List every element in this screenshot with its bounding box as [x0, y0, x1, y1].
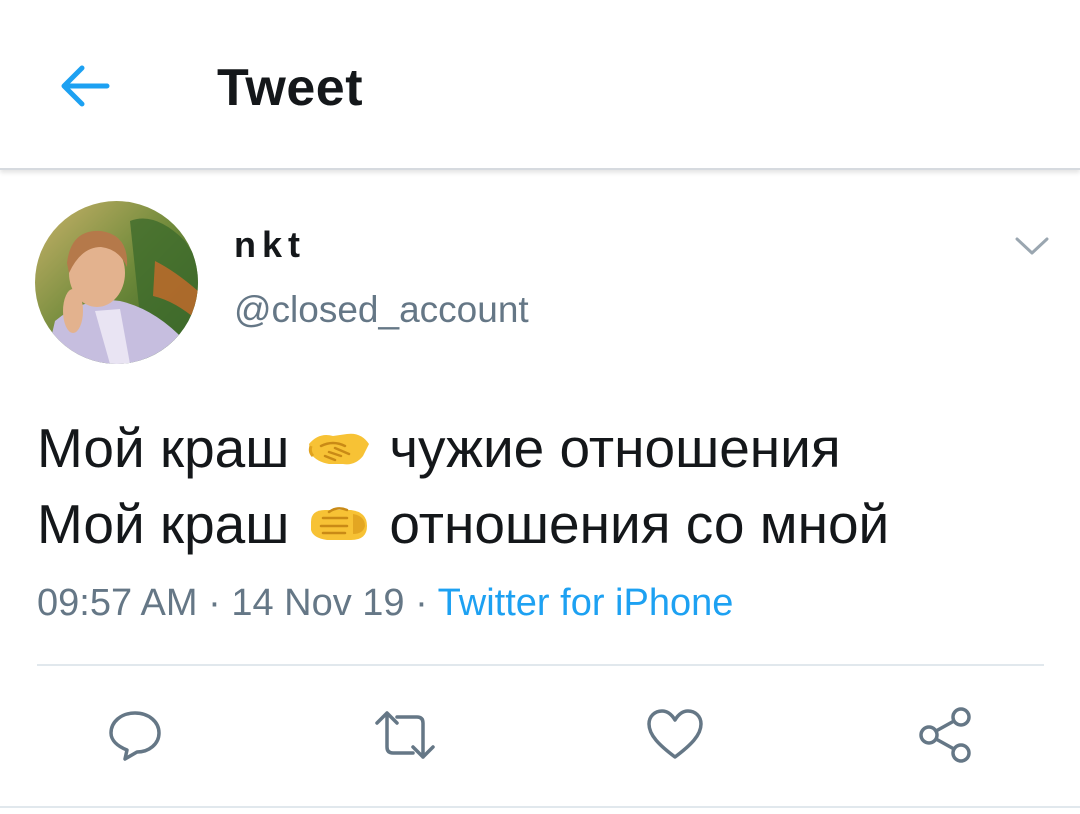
app-header: Tweet	[0, 0, 1080, 170]
tweet-meta: 09:57 AM · 14 Nov 19 · Twitter for iPhon…	[37, 580, 733, 626]
tweet-line-end: чужие отношения	[389, 417, 841, 479]
tweet-text: Мой краш чужие отношения Мой краш отноше…	[37, 410, 1047, 562]
reply-button[interactable]	[100, 700, 170, 770]
tweet-line: Мой краш чужие отношения	[37, 410, 1047, 486]
page-title: Tweet	[217, 59, 364, 117]
retweet-icon	[375, 711, 435, 759]
retweet-button[interactable]	[370, 700, 440, 770]
chevron-down-icon	[1015, 237, 1049, 255]
share-button[interactable]	[910, 700, 980, 770]
heart-icon	[647, 709, 703, 759]
tweet-line-start: Мой краш	[37, 493, 290, 555]
tweet-line-end: отношения со мной	[389, 493, 890, 555]
tweet-date: 14 Nov 19	[231, 582, 405, 624]
meta-separator: ·	[208, 582, 221, 624]
arrow-left-icon	[61, 65, 110, 107]
author-display-name[interactable]: nkt	[234, 224, 306, 266]
left-facing-fist-emoji	[311, 507, 368, 540]
author-handle[interactable]: @closed_account	[234, 288, 529, 332]
tweet-line-start: Мой краш	[37, 417, 290, 479]
share-icon	[919, 707, 971, 763]
avatar[interactable]	[35, 201, 198, 364]
like-button[interactable]	[640, 700, 710, 770]
tweet-source-link[interactable]: Twitter for iPhone	[438, 582, 734, 624]
reply-icon	[109, 711, 161, 761]
tweet-line: Мой краш отношения со мной	[37, 486, 1047, 562]
meta-separator: ·	[415, 582, 428, 624]
more-options-button[interactable]	[1010, 228, 1054, 264]
divider	[37, 664, 1044, 666]
tweet-actions	[0, 700, 1080, 770]
tweet-time: 09:57 AM	[37, 582, 198, 624]
back-button[interactable]	[52, 56, 116, 116]
handshake-emoji	[309, 433, 370, 465]
bottom-divider	[0, 806, 1080, 808]
